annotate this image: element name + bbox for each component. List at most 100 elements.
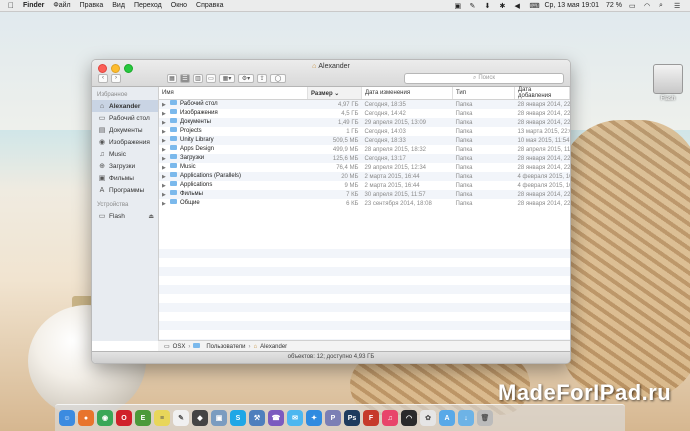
app-menu-finder[interactable]: Finder — [23, 2, 44, 9]
column-view-button[interactable]: ▥ — [193, 73, 203, 83]
menu-help[interactable]: Справка — [196, 2, 223, 9]
table-row[interactable]: ▶ Applications (Parallels) 20 МБ 2 марта 20… — [159, 172, 570, 181]
table-row[interactable]: ▶ Фильмы 7 КБ 30 апреля 2015, 11:57 Папка 28 … — [159, 190, 570, 199]
disclosure-triangle-icon[interactable]: ▶ — [162, 165, 167, 171]
php-icon[interactable]: P — [325, 410, 341, 426]
messages-icon[interactable]: ✉ — [287, 410, 303, 426]
sidebar-item-movies[interactable]: ▣ Фильмы — [92, 172, 158, 184]
finder-icon[interactable]: ☺ — [59, 410, 75, 426]
table-row[interactable]: ▶ Apps Design 499,9 МБ 28 апреля 2015, 18:3… — [159, 145, 570, 154]
notes-icon[interactable]: ✎ — [173, 410, 189, 426]
window-titlebar[interactable]: ⌂ Alexander ‹ › ▦ ☰ ▥ ▭ ▦▾ ⚙▾ ⇪ ◯ ⌕ Поиск — [92, 60, 570, 87]
disclosure-triangle-icon[interactable]: ▶ — [162, 120, 167, 126]
table-row[interactable]: ▶ Projects 1 ГБ Сегодня, 14:03 Папка 13 марта… — [159, 127, 570, 136]
table-row[interactable]: ▶ Документы 1,49 ГБ 29 апреля 2015, 13:09 Па… — [159, 118, 570, 127]
sidebar-item-alexander[interactable]: ⌂ Alexander — [92, 100, 158, 112]
table-row[interactable]: ▶ Unity Library 509,5 МБ Сегодня, 18:33 Папк… — [159, 136, 570, 145]
menu-window[interactable]: Окно — [171, 2, 187, 9]
disclosure-triangle-icon[interactable]: ▶ — [162, 129, 167, 135]
apple-menu-icon[interactable]:  — [8, 1, 14, 10]
path-segment[interactable]: Alexander — [260, 344, 287, 350]
download-menubar-icon[interactable]: ⬇ — [485, 2, 493, 10]
table-row[interactable]: ▶ Music 76,4 МБ 29 апреля 2015, 12:34 Папка 2… — [159, 163, 570, 172]
downloads-stack-icon[interactable]: ↓ — [458, 410, 474, 426]
back-button[interactable]: ‹ — [98, 73, 108, 83]
disclosure-triangle-icon[interactable]: ▶ — [162, 111, 167, 117]
photos-icon[interactable]: ✿ — [420, 410, 436, 426]
battery-status[interactable]: 72 % — [606, 2, 622, 9]
itunes-icon[interactable]: ♫ — [382, 410, 398, 426]
disclosure-triangle-icon[interactable]: ▶ — [162, 183, 167, 189]
xcode-icon[interactable]: ⚒ — [249, 410, 265, 426]
menubar-extra-icon[interactable]: ▣ — [455, 2, 463, 10]
sidebar-item-downloads[interactable]: ⊕ Загрузки — [92, 160, 158, 172]
trash-icon[interactable]: 🗑 — [477, 410, 493, 426]
disclosure-triangle-icon[interactable]: ▶ — [162, 192, 167, 198]
firefox-icon[interactable]: ● — [78, 410, 94, 426]
app-store-icon[interactable]: A — [439, 410, 455, 426]
eject-icon[interactable]: ⏏ — [148, 213, 154, 220]
disclosure-triangle-icon[interactable]: ▶ — [162, 201, 167, 207]
tags-button[interactable]: ◯ — [270, 73, 286, 83]
path-segment[interactable]: OSX — [173, 344, 186, 350]
column-header-date-modified[interactable]: Дата изменения — [361, 87, 453, 100]
disclosure-triangle-icon[interactable]: ▶ — [162, 138, 167, 144]
action-gear-button[interactable]: ⚙▾ — [238, 73, 254, 83]
column-header-date-added[interactable]: Дата добавления — [514, 87, 570, 100]
forward-button[interactable]: › — [111, 73, 121, 83]
viber-icon[interactable]: ☎ — [268, 410, 284, 426]
sidebar-item-flash[interactable]: ▭ Flash ⏏ — [92, 210, 158, 222]
filezilla-icon[interactable]: F — [363, 410, 379, 426]
desktop-drive-flash[interactable]: Flash — [648, 64, 688, 102]
file-name: Изображения — [180, 110, 218, 117]
stickies-icon[interactable]: ≡ — [154, 410, 170, 426]
keyboard-layout-icon[interactable]: ⌨ — [530, 2, 540, 10]
table-row[interactable]: ▶ Рабочий стол 4,97 ГБ Сегодня, 18:35 Папка 2… — [159, 99, 570, 109]
list-view-button[interactable]: ☰ — [180, 73, 190, 83]
clock[interactable]: Ср, 13 мая 19:01 — [545, 2, 600, 9]
share-button[interactable]: ⇪ — [257, 73, 267, 83]
table-row[interactable]: ▶ Загрузки 125,6 МБ Сегодня, 13:17 Папка 28 я… — [159, 154, 570, 163]
preview-icon[interactable]: ▣ — [211, 410, 227, 426]
disclosure-triangle-icon[interactable]: ▶ — [162, 156, 167, 162]
sidebar-item-pictures[interactable]: ◉ Изображения — [92, 136, 158, 148]
column-header-size[interactable]: Размер ⌄ — [307, 87, 362, 100]
bluetooth-icon[interactable]: ✱ — [500, 2, 508, 10]
search-field[interactable]: ⌕ Поиск — [404, 72, 564, 84]
photoshop-icon[interactable]: Ps — [344, 410, 360, 426]
disclosure-triangle-icon[interactable]: ▶ — [162, 147, 167, 153]
table-row[interactable]: ▶ Общие 6 КБ 23 сентября 2014, 18:08 Папка 28… — [159, 199, 570, 208]
menu-view[interactable]: Вид — [112, 2, 125, 9]
opera-icon[interactable]: O — [116, 410, 132, 426]
sidebar-item-applications[interactable]: A Программы — [92, 184, 158, 196]
table-row[interactable]: ▶ Applications 9 МБ 2 марта 2015, 16:44 Папк… — [159, 181, 570, 190]
sidebar-item-music[interactable]: ♫ Music — [92, 148, 158, 160]
battery-icon[interactable]: ▭ — [629, 2, 637, 10]
spotlight-icon[interactable]: ⌕ — [659, 2, 667, 9]
wifi-tool-icon[interactable]: ◠ — [401, 410, 417, 426]
menu-edit[interactable]: Правка — [80, 2, 104, 9]
evernote-menubar-icon[interactable]: ✎ — [470, 2, 478, 10]
sidebar-item-documents[interactable]: ▤ Документы — [92, 124, 158, 136]
skype-icon[interactable]: S — [230, 410, 246, 426]
sidebar-item-desktop[interactable]: ▭ Рабочий стол — [92, 112, 158, 124]
menu-file[interactable]: Файл — [53, 2, 70, 9]
icon-view-button[interactable]: ▦ — [167, 73, 177, 83]
column-header-kind[interactable]: Тип — [452, 87, 515, 100]
disclosure-triangle-icon[interactable]: ▶ — [162, 102, 167, 108]
unity-icon[interactable]: ◆ — [192, 410, 208, 426]
wifi-icon[interactable]: ◠ — [644, 2, 652, 10]
disclosure-triangle-icon[interactable]: ▶ — [162, 174, 167, 180]
evernote-icon[interactable]: E — [135, 410, 151, 426]
coverflow-view-button[interactable]: ▭ — [206, 73, 216, 83]
notification-center-icon[interactable]: ☰ — [674, 2, 682, 10]
arrange-button[interactable]: ▦▾ — [219, 73, 235, 83]
menu-go[interactable]: Переход — [134, 2, 162, 9]
column-header-name[interactable]: Имя — [159, 87, 308, 100]
safari-icon[interactable]: ✦ — [306, 410, 322, 426]
chrome-icon[interactable]: ◉ — [97, 410, 113, 426]
volume-icon[interactable]: ◀ — [515, 2, 523, 10]
folder-icon — [170, 127, 177, 133]
path-segment[interactable]: Пользователи — [206, 344, 245, 350]
table-row[interactable]: ▶ Изображения 4,5 ГБ Сегодня, 14:42 Папка 28 … — [159, 109, 570, 118]
